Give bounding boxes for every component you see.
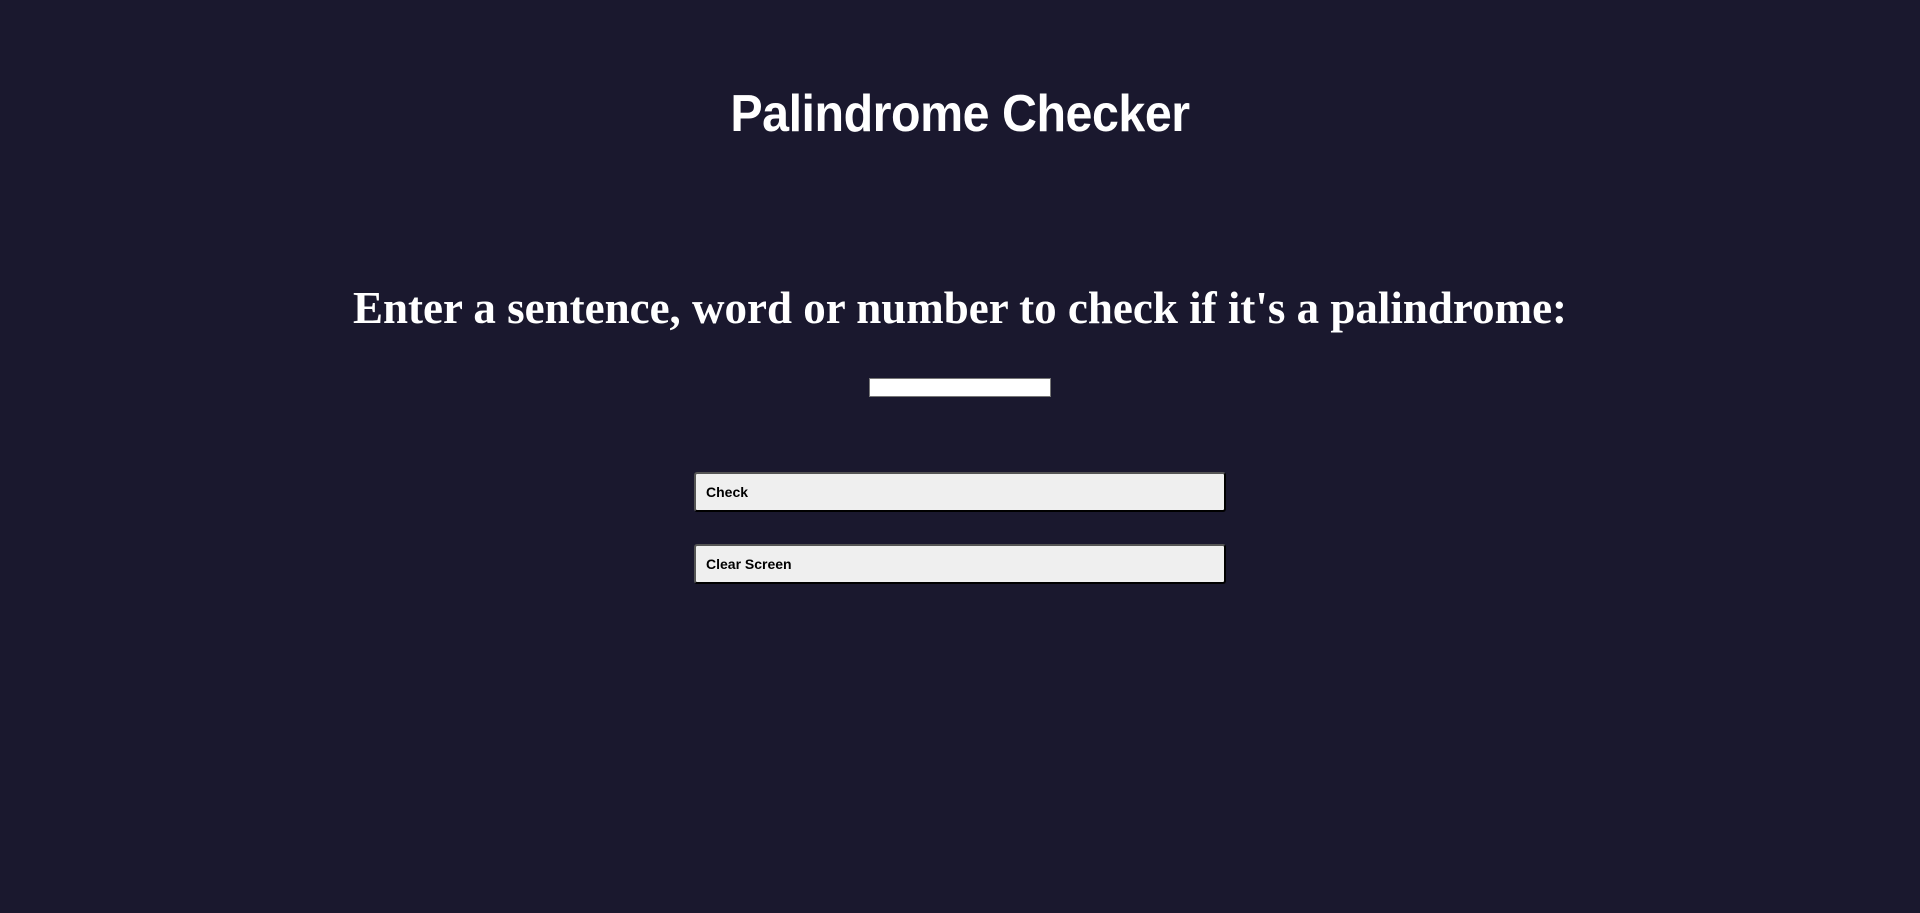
page-title: Palindrome Checker [730, 85, 1190, 143]
clear-screen-button[interactable]: Clear Screen [694, 544, 1226, 584]
check-button[interactable]: Check [694, 472, 1226, 512]
prompt-heading: Enter a sentence, word or number to chec… [352, 283, 1568, 333]
palindrome-input[interactable] [869, 378, 1051, 397]
